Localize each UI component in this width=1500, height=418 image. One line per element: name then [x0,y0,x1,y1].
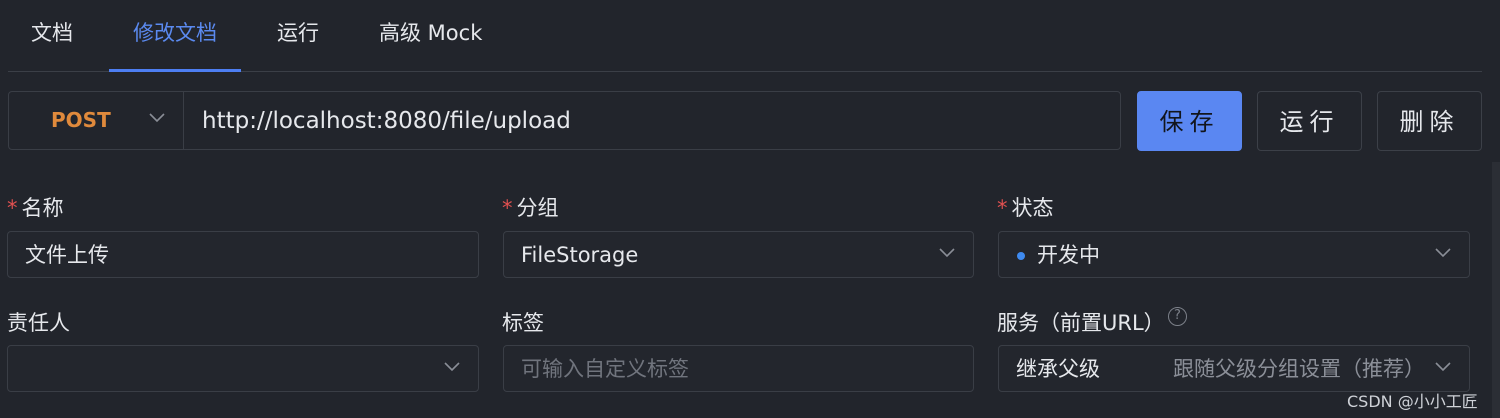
service-value: 继承父级 [1016,357,1100,381]
required-mark: * [502,196,513,220]
owner-label: 责任人 [7,311,70,335]
delete-button[interactable]: 删除 [1377,91,1482,151]
active-tab-indicator [109,69,241,72]
scrollbar[interactable] [1492,162,1500,418]
service-hint: 跟随父级分组设置（推荐） [1173,357,1425,381]
name-label: * 名称 [7,196,64,220]
run-button[interactable]: 运行 [1257,91,1362,151]
tab-run[interactable]: 运行 [277,0,319,72]
method-value: POST [51,108,111,132]
service-select[interactable]: 继承父级 跟随父级分组设置（推荐） [998,345,1470,392]
tab-docs[interactable]: 文档 [31,0,73,72]
help-icon[interactable]: ? [1168,307,1187,326]
group-label: * 分组 [502,196,559,220]
group-value: FileStorage [521,243,639,267]
chevron-down-icon [444,362,460,372]
name-value: 文件上传 [25,243,109,267]
method-select[interactable]: POST [9,92,184,149]
save-button[interactable]: 保存 [1137,91,1242,151]
chevron-down-icon [939,248,955,258]
tab-bar: 文档 修改文档 运行 高级 Mock [8,0,1482,72]
service-label: 服务（前置URL） [997,311,1165,335]
api-editor: 文档 修改文档 运行 高级 Mock POST 保存 运行 删除 *名称 *分组… [0,0,1500,418]
chevron-down-icon [1435,248,1451,258]
watermark-text: CSDN @小小工匠 [1347,392,1478,411]
chevron-down-icon [1435,362,1451,372]
status-value: 开发中 [1037,243,1100,267]
required-mark: * [997,196,1008,220]
status-select[interactable]: 开发中 [998,231,1470,278]
tags-label: 标签 [502,311,544,335]
tab-advanced-mock[interactable]: 高级 Mock [379,0,482,72]
group-select[interactable]: FileStorage [503,231,974,278]
chevron-down-icon [149,113,165,123]
owner-select[interactable] [7,345,479,392]
tags-input[interactable]: 可输入自定义标签 [503,345,974,392]
required-mark: * [7,196,18,220]
tags-placeholder: 可输入自定义标签 [521,357,689,381]
status-label: * 状态 [997,196,1054,220]
tab-edit-docs[interactable]: 修改文档 [133,0,217,72]
request-url-bar: POST [8,91,1121,150]
status-dot-icon [1017,252,1025,260]
name-field[interactable]: 文件上传 [7,231,479,278]
url-input[interactable] [185,92,1120,149]
